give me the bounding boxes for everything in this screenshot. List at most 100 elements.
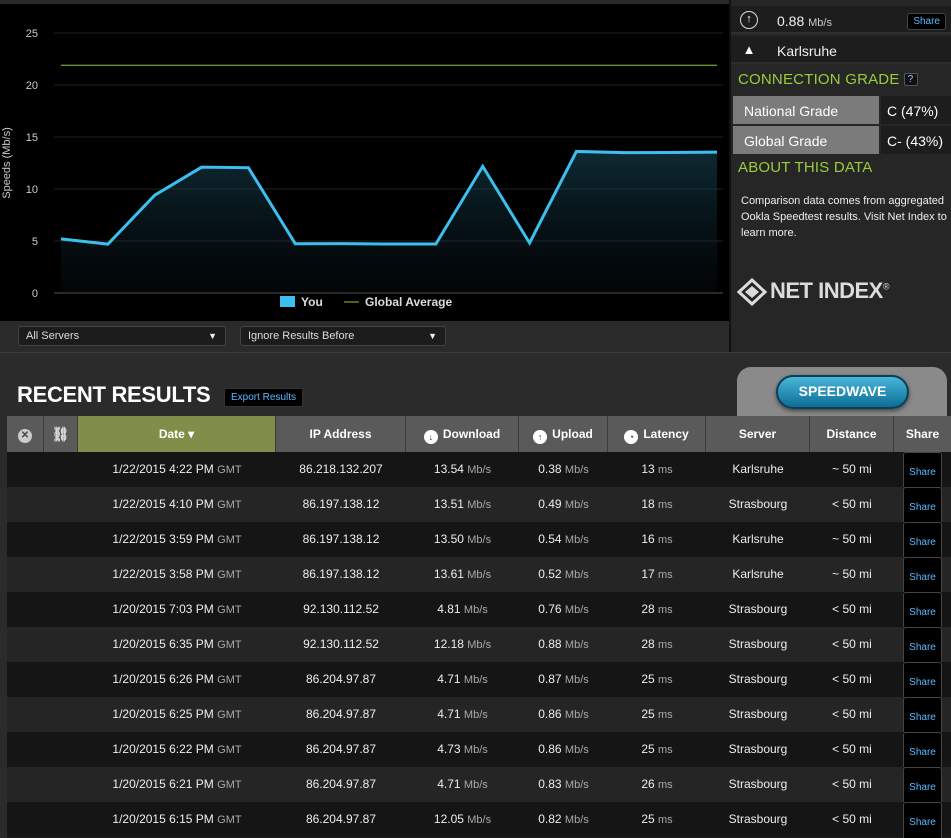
- table-row[interactable]: 1/20/2015 7:03 PM GMT 92.130.112.52 4.81 M…: [7, 592, 951, 633]
- upload-column-label: Upload: [552, 427, 593, 441]
- compare-column-header[interactable]: ⛓: [44, 416, 78, 452]
- speed-unit: Mb/s: [564, 604, 589, 616]
- speed-unit: Mb/s: [564, 779, 589, 791]
- cell-upload: 0.88 Mb/s: [519, 627, 608, 662]
- y-tick-label: 25: [26, 28, 38, 40]
- help-icon[interactable]: ?: [903, 73, 918, 86]
- table-row[interactable]: 1/20/2015 6:21 PM GMT 86.204.97.87 4.71 Mb…: [7, 767, 951, 808]
- cell-share: Share: [894, 522, 951, 563]
- cell-date: 1/20/2015 7:03 PM GMT: [78, 592, 276, 627]
- table-row[interactable]: 1/22/2015 4:22 PM GMT 86.218.132.207 13.54…: [7, 452, 951, 493]
- net-index-wordmark-text: NET INDEX: [770, 278, 883, 303]
- national-grade-row: National Grade C (47%): [731, 96, 951, 124]
- y-tick-label: 20: [26, 80, 38, 92]
- cell-latency: 25 ms: [608, 802, 706, 837]
- latency-unit: ms: [658, 569, 673, 581]
- cell-latency: 18 ms: [608, 487, 706, 522]
- gauge-icon: ◔: [624, 430, 639, 444]
- cell-share: Share: [894, 487, 951, 528]
- cell-upload: 0.52 Mb/s: [519, 557, 608, 592]
- cell-share: Share: [894, 767, 951, 808]
- speedwave-button[interactable]: SPEEDWAVE: [776, 375, 909, 409]
- latency-value: 28: [641, 602, 655, 616]
- table-row[interactable]: 1/22/2015 4:10 PM GMT 86.197.138.12 13.51 …: [7, 487, 951, 528]
- cell-share: Share: [894, 627, 951, 668]
- national-grade-label: National Grade: [733, 96, 879, 124]
- legend-you-label: You: [301, 295, 323, 309]
- speed-unit: Mb/s: [564, 499, 589, 511]
- latency-column-header[interactable]: ◔ Latency: [608, 416, 706, 452]
- server-column-header[interactable]: Server: [706, 416, 810, 452]
- latency-unit: ms: [658, 814, 673, 826]
- latency-value: 25: [641, 672, 655, 686]
- global-grade-value: C- (43%): [881, 126, 951, 154]
- cell-download: 4.71 Mb/s: [406, 662, 519, 697]
- speed-unit: Mb/s: [463, 779, 488, 791]
- table-row[interactable]: 1/20/2015 6:15 PM GMT 86.204.97.87 12.05 M…: [7, 802, 951, 838]
- cell-upload: 0.86 Mb/s: [519, 697, 608, 732]
- table-row[interactable]: 1/20/2015 6:26 PM GMT 86.204.97.87 4.71 Mb…: [7, 662, 951, 703]
- speed-unit: Mb/s: [564, 569, 589, 581]
- cell-date: 1/20/2015 6:26 PM GMT: [78, 662, 276, 697]
- cell-date: 1/20/2015 6:15 PM GMT: [78, 802, 276, 837]
- speed-value: 13.51: [433, 497, 464, 511]
- cell-server: Strasbourg: [728, 707, 788, 721]
- share-button[interactable]: Share: [907, 13, 946, 30]
- date-column-header[interactable]: Date ▾: [78, 416, 276, 452]
- date-value: 1/20/2015 7:03 PM: [112, 602, 214, 616]
- cell-server: Strasbourg: [728, 497, 788, 511]
- cell-upload: 0.87 Mb/s: [519, 662, 608, 697]
- upload-summary-row: ↑ 0.88 Mb/s Share: [731, 6, 951, 34]
- latency-value: 25: [641, 742, 655, 756]
- registered-mark: ®: [882, 281, 890, 292]
- ignore-results-dropdown[interactable]: Ignore Results Before ▼: [240, 326, 446, 346]
- server-summary-row: ▲ Karlsruhe: [731, 36, 951, 64]
- date-value: 1/22/2015 4:22 PM: [112, 462, 214, 476]
- speed-value: 12.05: [433, 812, 464, 826]
- cell-ip: 92.130.112.52: [303, 637, 379, 651]
- table-row[interactable]: 1/22/2015 3:59 PM GMT 86.197.138.12 13.50 …: [7, 522, 951, 563]
- speed-unit: Mb/s: [564, 639, 589, 651]
- table-row[interactable]: 1/22/2015 3:58 PM GMT 86.197.138.12 13.61 …: [7, 557, 951, 598]
- speed-value: 0.38: [538, 462, 562, 476]
- y-tick-label: 0: [32, 288, 38, 300]
- upload-summary-text: 0.88 Mb/s: [777, 13, 832, 29]
- table-row[interactable]: 1/20/2015 6:35 PM GMT 92.130.112.52 12.18 …: [7, 627, 951, 668]
- cell-date: 1/20/2015 6:35 PM GMT: [78, 627, 276, 662]
- upload-column-header[interactable]: ↑ Upload: [519, 416, 608, 452]
- cell-download: 4.81 Mb/s: [406, 592, 519, 627]
- latency-value: 18: [641, 497, 655, 511]
- timezone-value: GMT: [217, 779, 242, 791]
- download-column-header[interactable]: ↓ Download: [406, 416, 519, 452]
- cell-download: 13.51 Mb/s: [406, 487, 519, 522]
- cell-server: Karlsruhe: [732, 532, 784, 546]
- table-row[interactable]: 1/20/2015 6:25 PM GMT 86.204.97.87 4.71 Mb…: [7, 697, 951, 738]
- legend-you-swatch: [280, 296, 295, 307]
- share-button[interactable]: Share: [903, 802, 942, 838]
- distance-column-header[interactable]: Distance: [810, 416, 894, 452]
- export-results-button[interactable]: Export Results: [224, 388, 304, 407]
- date-value: 1/20/2015 6:35 PM: [112, 637, 214, 651]
- y-tick-label: 10: [26, 184, 38, 196]
- cell-upload: 0.54 Mb/s: [519, 522, 608, 557]
- latency-value: 25: [641, 707, 655, 721]
- latency-column-label: Latency: [643, 427, 689, 441]
- y-tick-label: 5: [32, 236, 38, 248]
- date-value: 1/22/2015 3:58 PM: [112, 567, 214, 581]
- cell-dist: < 50 mi: [832, 707, 872, 721]
- table-row[interactable]: 1/20/2015 6:22 PM GMT 86.204.97.87 4.73 Mb…: [7, 732, 951, 773]
- cell-upload: 0.82 Mb/s: [519, 802, 608, 837]
- global-grade-label: Global Grade: [733, 126, 879, 154]
- cell-dist: < 50 mi: [832, 777, 872, 791]
- cell-dist: < 50 mi: [832, 497, 872, 511]
- speed-value: 4.71: [437, 672, 461, 686]
- servers-filter-dropdown[interactable]: All Servers ▼: [18, 326, 226, 346]
- cell-server: Strasbourg: [728, 812, 788, 826]
- ip-column-header[interactable]: IP Address: [276, 416, 406, 452]
- cell-date: 1/20/2015 6:22 PM GMT: [78, 732, 276, 767]
- delete-column-header[interactable]: ✕: [7, 416, 44, 452]
- cell-share: Share: [894, 802, 951, 838]
- cell-share: Share: [894, 557, 951, 598]
- chevron-down-icon: ▼: [208, 331, 217, 341]
- cell-ip: 86.218.132.207: [299, 462, 383, 476]
